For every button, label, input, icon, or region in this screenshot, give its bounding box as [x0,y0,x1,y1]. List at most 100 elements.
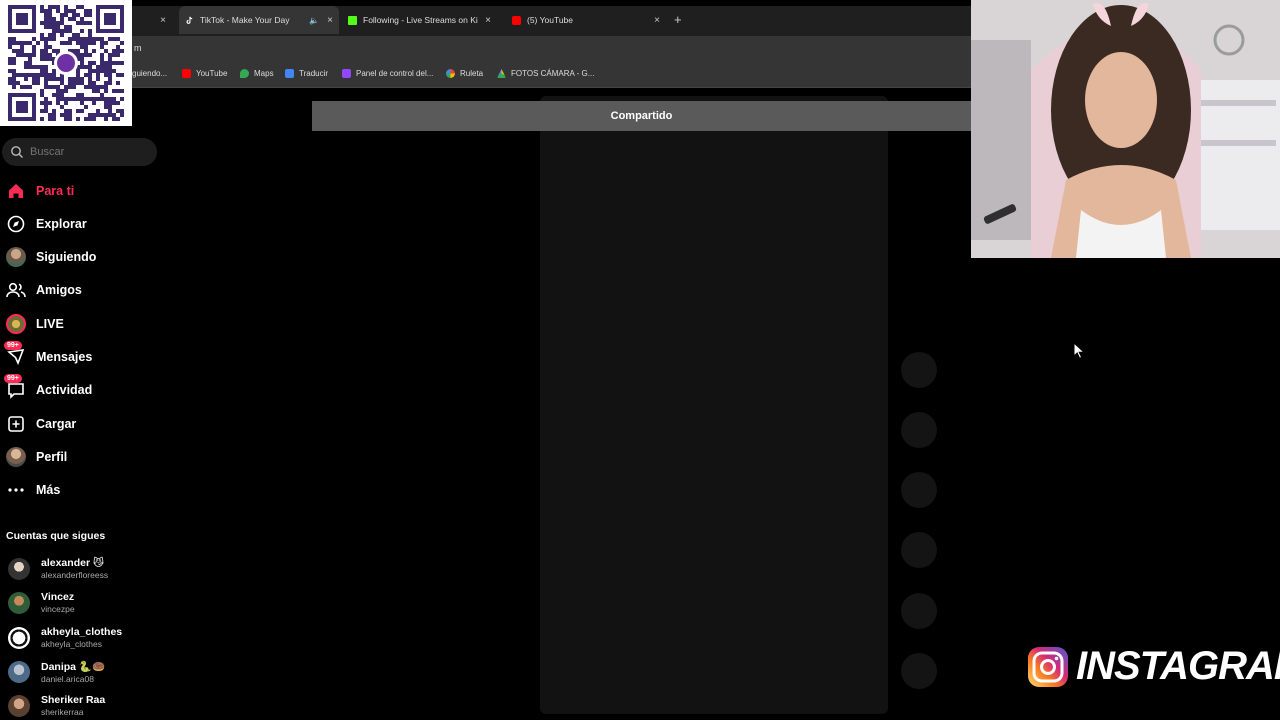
nav-label: Cargar [36,417,77,431]
nav-label: Mensajes [36,350,93,364]
video-player-panel[interactable] [540,96,888,714]
compass-icon [6,214,26,234]
account-name: Vincez [41,591,75,603]
nav-actividad[interactable]: 99+ Actividad [4,374,93,402]
kick-favicon-icon [348,15,357,25]
webcam-overlay [971,0,1280,258]
nav-live[interactable]: LIVE [6,312,64,336]
search-box[interactable] [2,138,157,166]
instagram-text: INSTAGRAM [1076,644,1280,688]
nav-label: LIVE [36,317,64,331]
search-icon [11,146,23,158]
nav-perfil[interactable]: Perfil [6,445,67,469]
browser-tab-youtube[interactable]: (5) YouTube × [506,6,666,34]
bookmark-label: guiendo... [132,69,168,78]
friends-icon [6,280,26,300]
nav-label: Siguiendo [36,250,97,264]
browser-tab-kick[interactable]: Following - Live Streams on Ki × [342,6,497,34]
tab-close-icon[interactable]: × [327,15,333,26]
speaker-icon[interactable]: 🔈 [309,16,319,25]
action-button-avatar[interactable] [901,352,937,388]
tiktok-favicon-icon [186,16,193,24]
bookmark-ruleta[interactable]: Ruleta [446,69,483,78]
mouse-cursor-icon [1073,342,1085,359]
action-button-save[interactable] [901,532,937,568]
tab-title: Following - Live Streams on Ki [363,15,478,25]
nav-amigos[interactable]: Amigos [6,278,82,302]
tab-title: TikTok - Make Your Day [200,15,290,25]
new-tab-button[interactable]: + [674,12,682,27]
bookmark-label: Ruleta [460,69,484,78]
following-account[interactable]: Danipa 🐍🍩 daniel.arica08 [8,660,105,684]
tab-close-icon[interactable]: × [485,15,491,26]
account-handle: vincezpe [41,604,75,614]
account-handle: daniel.arica08 [41,674,94,684]
bookmark-traducir[interactable]: Traducir [285,69,328,78]
bookmarks-bar: guiendo... YouTube Maps Traducir Panel d… [132,62,971,88]
upload-icon [6,414,26,434]
tab-close-icon[interactable]: × [654,15,660,26]
nav-label: Amigos [36,283,82,297]
live-icon [6,314,26,334]
bookmark-label: Panel de control del... [356,69,434,78]
bookmark-fotos[interactable]: FOTOS CÁMARA - G... [497,69,594,78]
messages-icon: 99+ [4,341,26,367]
following-section-title: Cuentas que sigues [6,530,106,542]
browser-tab-strip: × TikTok - Make Your Day 🔈 × Following -… [132,6,971,36]
more-icon [6,480,26,500]
bookmark-label: Traducir [299,69,329,78]
nav-para-ti[interactable]: Para ti [6,179,74,203]
streamer-webcam-image [971,0,1280,258]
following-account[interactable]: Vincez vincezpe [8,591,75,614]
browser-tab-0[interactable]: × [132,6,172,34]
bookmark-label: YouTube [196,69,228,78]
avatar [8,694,30,717]
nav-siguiendo[interactable]: Siguiendo [6,245,96,269]
following-avatar-icon [6,247,26,267]
following-account[interactable]: alexander 😼 alexanderfloreess [8,557,108,580]
yape-qr-code [0,0,132,126]
search-input[interactable] [30,146,140,158]
action-button-comment[interactable] [901,472,937,508]
instagram-overlay: INSTAGRAM [1026,644,1280,689]
account-handle: alexanderfloreess [41,570,109,580]
bookmark-siguiendo[interactable]: guiendo... [132,69,167,78]
twitch-icon [342,69,351,78]
avatar [8,626,30,649]
nav-label: Para ti [36,184,75,198]
nav-label: Explorar [36,217,87,231]
drive-icon [497,69,506,78]
maps-pin-icon [240,69,249,78]
nav-label: Perfil [36,450,68,464]
bookmark-twitch-panel[interactable]: Panel de control del... [342,69,433,78]
home-icon [6,181,26,201]
tab-close-icon[interactable]: × [160,15,166,26]
nav-cargar[interactable]: Cargar [6,412,76,436]
action-button-share[interactable] [901,593,937,629]
bookmark-youtube[interactable]: YouTube [182,69,227,78]
address-text: m [134,43,142,53]
action-button-music[interactable] [901,653,937,689]
account-name: Sheriker Raa [41,694,106,706]
nav-mensajes[interactable]: 99+ Mensajes [4,341,93,369]
messages-badge: 99+ [4,341,22,350]
browser-tab-tiktok[interactable]: TikTok - Make Your Day 🔈 × [179,6,339,34]
nav-mas[interactable]: Más [6,478,60,502]
nav-label: Más [36,483,61,497]
action-button-like[interactable] [901,412,937,448]
nav-label: Actividad [36,383,93,397]
account-handle: sherikerraa [41,707,84,717]
youtube-icon [182,69,191,78]
bookmark-maps[interactable]: Maps [240,69,274,78]
nav-explorar[interactable]: Explorar [6,212,87,236]
following-account[interactable]: akheyla_clothes akheyla_clothes [8,626,122,649]
account-name: akheyla_clothes [41,626,123,638]
activity-icon: 99+ [4,374,26,400]
following-account[interactable]: Sheriker Raa sherikerraa [8,694,105,717]
instagram-icon [1028,646,1068,687]
bookmark-label: FOTOS CÁMARA - G... [511,69,595,78]
shared-toast: Compartido [312,101,971,131]
address-bar[interactable]: m [132,36,971,62]
account-name: Danipa 🐍🍩 [41,661,106,673]
activity-badge: 99+ [4,374,22,383]
